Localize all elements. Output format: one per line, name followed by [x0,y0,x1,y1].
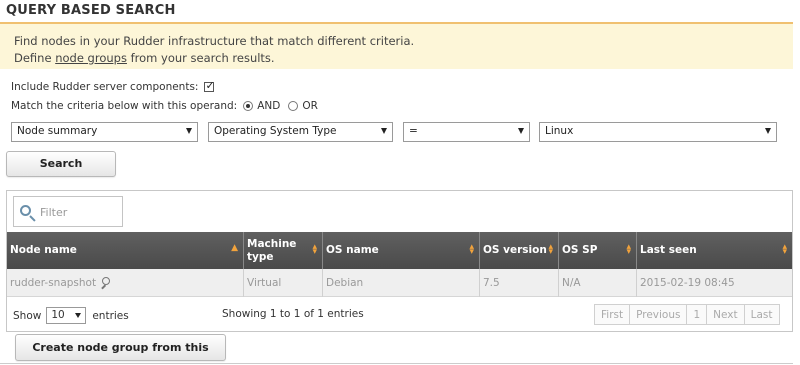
sort-icon: ▴ ▾ [548,242,553,257]
info-line-2-prefix: Define [14,51,56,65]
create-node-group-button[interactable]: Create node group from this query [15,334,226,361]
chevron-down-icon [765,128,771,134]
filter-placeholder: Filter [40,206,68,219]
operand-or-radio[interactable] [288,101,299,111]
sort-icon: ▴ ▾ [782,242,787,257]
operand-and-label: AND [257,100,281,112]
pagination: First Previous 1 Next Last [594,304,780,325]
pager-last-button[interactable]: Last [743,304,780,325]
column-machine-type[interactable]: Machine type ▴ ▾ [244,232,323,269]
sort-icon: ▴ ▾ [469,242,474,257]
criteria-value-select[interactable]: Linux [539,122,777,142]
info-line-2: Define node groups from your search resu… [14,50,793,67]
column-os-name[interactable]: OS name ▴ ▾ [323,232,480,269]
cell-last-seen: 2015-02-19 08:45 [640,277,735,289]
node-details-icon[interactable] [100,277,112,290]
include-server-label: Include Rudder server components: [11,81,199,93]
entries-label: entries [92,309,129,322]
column-node-name[interactable]: Node name ▲ [7,232,244,269]
table-footer: Show 10 entries Showing 1 to 1 of 1 entr… [7,297,792,331]
operand-row: Match the criteria below with this opera… [11,100,318,112]
cell-node-name: rudder-snapshot [7,269,244,297]
results-panel: Filter Node name ▲ Machine type ▴ ▾ OS na… [6,190,793,332]
page-size-select[interactable]: 10 [46,307,87,324]
pager-first-button[interactable]: First [594,304,631,325]
criteria-object-value: Node summary [17,125,98,137]
sort-asc-icon: ▲ [231,243,238,253]
search-icon [20,205,31,216]
results-table-header: Node name ▲ Machine type ▴ ▾ OS name ▴ ▾ O… [7,232,792,269]
operand-or-label: OR [302,100,318,112]
info-box: Find nodes in your Rudder infrastructure… [0,24,793,69]
include-server-row: Include Rudder server components: [11,79,215,93]
filter-input[interactable]: Filter [13,196,123,227]
sort-icon: ▴ ▾ [626,242,631,257]
search-button[interactable]: Search [6,151,116,177]
chevron-down-icon [75,313,82,318]
include-server-checkbox[interactable] [204,79,215,92]
cell-os-sp: N/A [559,269,637,297]
pager-next-button[interactable]: Next [706,304,745,325]
chevron-down-icon [518,128,524,134]
criteria-comparator-select[interactable]: = [403,122,530,142]
table-row[interactable]: rudder-snapshot Virtual Debian 7.5 N/A 2… [7,269,792,297]
bottom-divider [0,363,793,364]
criteria-value-value: Linux [545,125,574,137]
entries-summary: Showing 1 to 1 of 1 entries [222,308,364,320]
operand-and-radio[interactable] [243,101,254,111]
page-size-control: Show 10 entries [13,307,129,324]
chevron-down-icon [186,128,192,134]
sort-icon: ▴ ▾ [312,242,317,257]
operand-label: Match the criteria below with this opera… [11,100,238,112]
cell-machine-type: Virtual [244,269,323,297]
info-line-2-suffix: from your search results. [126,51,275,65]
criteria-attribute-value: Operating System Type [214,125,337,137]
criteria-attribute-select[interactable]: Operating System Type [208,122,393,142]
cell-os-version: 7.5 [480,269,559,297]
node-groups-link[interactable]: node groups [55,51,127,65]
info-line-1: Find nodes in your Rudder infrastructure… [14,34,415,48]
criteria-comparator-value: = [409,125,418,137]
pager-page-1-button[interactable]: 1 [686,304,708,325]
cell-os-name: Debian [323,269,480,297]
column-os-version[interactable]: OS version ▴ ▾ [480,232,559,269]
page-title: QUERY BASED SEARCH [6,3,176,18]
column-os-sp[interactable]: OS SP ▴ ▾ [559,232,637,269]
show-label: Show [13,309,42,322]
pager-previous-button[interactable]: Previous [629,304,688,325]
chevron-down-icon [381,128,387,134]
criteria-object-select[interactable]: Node summary [11,122,198,142]
column-last-seen[interactable]: Last seen ▴ ▾ [637,232,792,269]
